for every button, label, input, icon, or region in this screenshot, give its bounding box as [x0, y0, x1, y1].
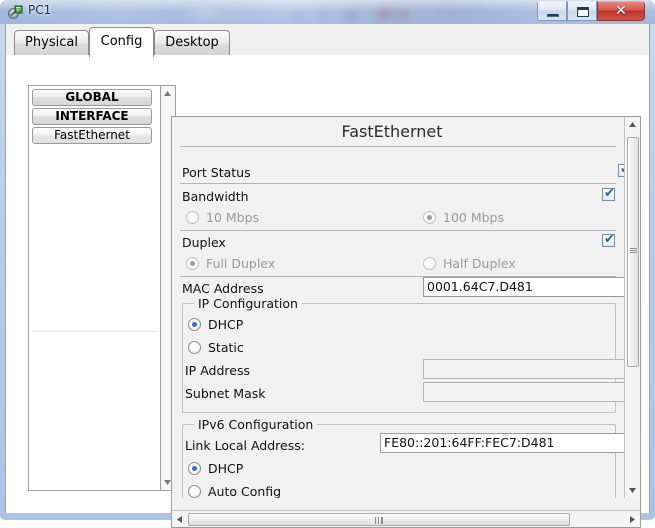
link-local-address-input[interactable]: FE80::201:64FF:FEC7:D481	[380, 433, 625, 453]
title-bar-glass-blur	[175, 0, 515, 24]
scrollbar-grip-icon	[375, 517, 383, 524]
sidebar-scroll-up-icon[interactable]	[161, 88, 174, 100]
duplex-full-label: Full Duplex	[206, 256, 276, 271]
ip-configuration-title: IP Configuration	[194, 296, 302, 311]
close-icon: ✕	[615, 3, 627, 19]
ip-dhcp-radio[interactable]	[188, 318, 201, 331]
panel-title: FastEthernet	[341, 122, 443, 141]
scrollbar-grip-icon	[630, 248, 637, 253]
radio-dot-icon	[190, 261, 195, 266]
tab-desktop[interactable]: Desktop	[154, 30, 230, 56]
window-client-area: Physical Config Desktop GLOBAL INTERFACE…	[5, 24, 650, 528]
ip-dhcp-label: DHCP	[208, 317, 244, 332]
close-button[interactable]: ✕	[597, 1, 645, 21]
duplex-full-radio[interactable]	[186, 257, 199, 270]
radio-dot-icon	[427, 215, 432, 220]
bandwidth-100mbps-radio[interactable]	[423, 211, 436, 224]
config-scroll-up-icon[interactable]	[625, 118, 640, 131]
pc-config-window: PC1 ✕ Physical Config Desktop GLOBAL INT…	[0, 0, 655, 528]
bandwidth-auto-checkbox[interactable]: ✔	[602, 186, 615, 201]
bandwidth-10mbps-radio[interactable]	[186, 211, 199, 224]
title-bar: PC1 ✕	[0, 0, 655, 24]
sidebar-item-global[interactable]: GLOBAL	[32, 89, 152, 106]
tab-config[interactable]: Config	[89, 27, 154, 57]
ipv6-auto-config-label: Auto Config	[208, 484, 282, 498]
ip-static-label: Static	[208, 340, 244, 355]
sidebar-item-fastethernet[interactable]: FastEthernet	[32, 127, 152, 144]
config-scroll-down-icon[interactable]	[625, 484, 640, 497]
duplex-half-label: Half Duplex	[443, 256, 516, 271]
ipv6-configuration-title: IPv6 Configuration	[194, 417, 318, 432]
tab-bar: Physical Config Desktop	[6, 24, 649, 57]
maximize-button[interactable]	[567, 1, 597, 21]
mac-address-input[interactable]: 0001.64C7.D481	[423, 277, 625, 297]
config-body: GLOBAL INTERFACE FastEthernet FastEthern…	[6, 57, 649, 528]
restore-icon	[577, 7, 589, 17]
sidebar-divider	[32, 331, 157, 332]
duplex-half-radio[interactable]	[423, 257, 436, 270]
mac-address-label: MAC Address	[182, 281, 264, 296]
radio-dot-icon	[192, 322, 197, 327]
config-vertical-scrollbar[interactable]	[624, 117, 640, 498]
divider-bandwidth	[180, 230, 616, 231]
ip-address-input[interactable]	[423, 359, 625, 379]
ip-address-label: IP Address	[185, 363, 250, 378]
bandwidth-label: Bandwidth	[182, 189, 249, 204]
interface-config-scroll-area: FastEthernet Port Status ✔ Bandwidth ✔ 1…	[172, 117, 625, 498]
duplex-auto-checkbox[interactable]: ✔	[602, 232, 615, 247]
link-local-address-label: Link Local Address:	[185, 438, 305, 453]
sidebar-item-interface[interactable]: INTERFACE	[32, 108, 152, 125]
ip-static-radio[interactable]	[188, 341, 201, 354]
subnet-mask-input[interactable]	[423, 382, 625, 402]
port-status-label: Port Status	[182, 165, 251, 180]
config-vertical-scrollbar-thumb[interactable]	[627, 137, 639, 367]
window-title: PC1	[28, 3, 52, 17]
bandwidth-10mbps-label: 10 Mbps	[206, 210, 260, 225]
bandwidth-100mbps-label: 100 Mbps	[443, 210, 504, 225]
ipv6-auto-config-radio[interactable]	[188, 485, 201, 498]
check-icon: ✔	[604, 232, 615, 247]
tab-physical[interactable]: Physical	[14, 30, 89, 56]
divider-port-status	[180, 183, 616, 184]
divider-title	[180, 146, 616, 147]
ipv6-dhcp-radio[interactable]	[188, 462, 201, 475]
check-icon: ✔	[604, 186, 615, 201]
config-horizontal-scrollbar[interactable]	[172, 510, 640, 527]
minimize-button[interactable]	[537, 1, 567, 21]
subnet-mask-label: Subnet Mask	[185, 386, 266, 401]
ipv6-dhcp-label: DHCP	[208, 461, 244, 476]
interface-config-panel: FastEthernet Port Status ✔ Bandwidth ✔ 1…	[171, 116, 641, 528]
radio-dot-icon	[192, 466, 197, 471]
packet-tracer-device-icon	[8, 5, 23, 19]
component-tree-panel: GLOBAL INTERFACE FastEthernet	[28, 85, 161, 491]
duplex-label: Duplex	[182, 235, 226, 250]
minimize-icon	[547, 14, 559, 17]
